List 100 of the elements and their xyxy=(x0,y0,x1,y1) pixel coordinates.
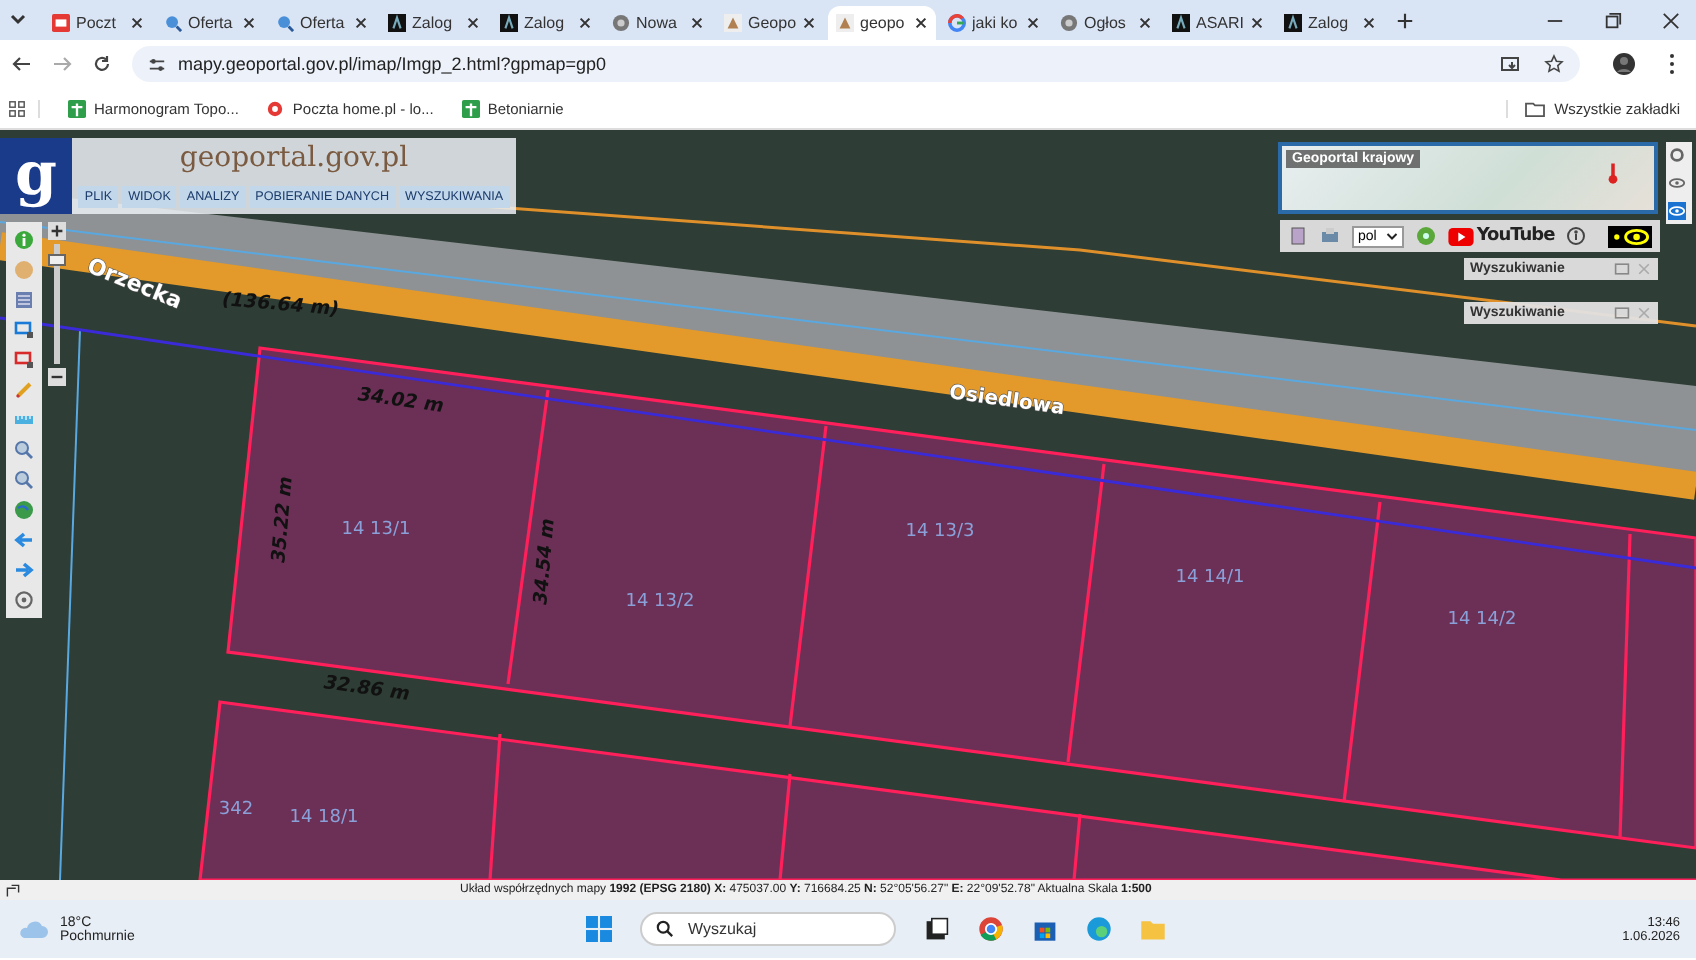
calculator-icon[interactable] xyxy=(14,290,34,310)
parcel-number: 14 13/2 xyxy=(625,592,695,612)
dark-square-favicon-icon xyxy=(388,14,406,32)
close-icon[interactable] xyxy=(1662,11,1680,29)
close-tab-icon[interactable] xyxy=(354,16,368,30)
close-tab-icon[interactable] xyxy=(1138,16,1152,30)
star-icon[interactable] xyxy=(1544,54,1564,74)
parcel-number: 14 13/3 xyxy=(905,522,975,542)
dark-square-favicon-icon xyxy=(1172,14,1190,32)
crosshair-icon[interactable] xyxy=(14,590,34,610)
dark-square-favicon-icon xyxy=(1284,14,1302,32)
measurement-label: 34.54 m xyxy=(530,517,560,606)
expand-icon[interactable] xyxy=(6,883,20,897)
back-arrow-icon[interactable] xyxy=(12,54,32,74)
street-name: Osiedlowa xyxy=(947,382,1066,421)
geoportal-title: geoportal.gov.pl xyxy=(179,142,409,174)
map-favicon-icon xyxy=(724,14,742,32)
browser-tab[interactable]: geopo xyxy=(828,6,936,40)
dark-square-favicon-icon xyxy=(500,14,518,32)
edge-icon[interactable] xyxy=(1086,916,1112,942)
globe-favicon-icon xyxy=(1060,14,1078,32)
install-app-icon[interactable] xyxy=(1500,54,1520,74)
select-area-icon[interactable] xyxy=(14,320,34,340)
caret-icon xyxy=(1386,231,1399,241)
parcel-number: 14 18/1 xyxy=(289,808,359,828)
geoportal-logo: g xyxy=(0,138,72,214)
close-tab-icon[interactable] xyxy=(802,16,816,30)
browser-tab[interactable]: Ogłos xyxy=(1052,6,1160,40)
measurement-label: 34.02 m xyxy=(356,384,446,418)
apps-grid-icon[interactable] xyxy=(8,99,40,117)
chrome-icon[interactable] xyxy=(978,916,1004,942)
zoom-in-icon[interactable] xyxy=(48,222,66,240)
eye-icon[interactable] xyxy=(1668,202,1686,220)
close-tab-icon[interactable] xyxy=(242,16,256,30)
close-tab-icon[interactable] xyxy=(1250,16,1264,30)
sheet-favicon-icon xyxy=(68,99,86,117)
minimize-panel-icon[interactable] xyxy=(1614,306,1630,320)
mail-favicon-icon xyxy=(266,99,285,117)
magnifier-favicon-icon xyxy=(164,14,182,32)
reload-icon[interactable] xyxy=(92,54,112,74)
folder-icon xyxy=(1524,99,1547,117)
browser-tab[interactable]: Oferta xyxy=(268,6,376,40)
parcel-number: 14 14/2 xyxy=(1447,610,1517,630)
browser-tab[interactable]: Oferta xyxy=(156,6,264,40)
magnifier-favicon-icon xyxy=(276,14,294,32)
zoom-out-icon[interactable] xyxy=(48,368,66,386)
printer-icon[interactable] xyxy=(1320,226,1340,246)
browser-tab[interactable]: Geopo xyxy=(716,6,824,40)
forward-arrow-icon[interactable] xyxy=(14,560,34,580)
deselect-area-icon[interactable] xyxy=(14,350,34,370)
new-tab-icon[interactable] xyxy=(1396,11,1414,29)
close-tab-icon[interactable] xyxy=(690,16,704,30)
chevron-down-icon[interactable] xyxy=(8,10,28,30)
mail-favicon-icon xyxy=(52,14,70,32)
close-tab-icon[interactable] xyxy=(1026,16,1040,30)
close-tab-icon[interactable] xyxy=(466,16,480,30)
parcel-number: 342 xyxy=(218,800,254,820)
youtube-link[interactable]: YouTube xyxy=(1448,226,1555,246)
eye-icon[interactable] xyxy=(1668,174,1686,192)
measurement-label: (136.64 m) xyxy=(221,288,340,322)
location-marker-icon xyxy=(1606,162,1620,186)
browser-tab[interactable]: Zalog xyxy=(492,6,600,40)
globe-favicon-icon xyxy=(612,14,630,32)
measurement-label: 35.22 m xyxy=(268,475,298,564)
accessibility-icon[interactable] xyxy=(1566,226,1587,246)
map-favicon-icon xyxy=(836,14,854,32)
search-icon xyxy=(656,920,674,938)
close-tab-icon[interactable] xyxy=(1362,16,1376,30)
restore-icon[interactable] xyxy=(1604,11,1622,29)
browser-tab[interactable]: Zalog xyxy=(380,6,488,40)
parcel-number: 14 13/1 xyxy=(341,520,411,540)
browser-tab[interactable]: Nowa xyxy=(604,6,712,40)
globe-icon[interactable] xyxy=(14,500,34,520)
address-bar[interactable]: mapy.geoportal.gov.pl/imap/Imgp_2.html?gpmap=gp0 xyxy=(132,46,1580,82)
browser-tab[interactable]: ASARI xyxy=(1164,6,1272,40)
url-text: mapy.geoportal.gov.pl/imap/Imgp_2.html?gpmap=gp0 xyxy=(178,54,609,74)
document-icon[interactable] xyxy=(1288,226,1308,246)
browser-tab[interactable]: Zalog xyxy=(1276,6,1384,40)
close-tab-icon[interactable] xyxy=(130,16,144,30)
parcel-number: 14 14/1 xyxy=(1175,568,1245,588)
close-tab-icon[interactable] xyxy=(578,16,592,30)
zoom-slider-thumb[interactable] xyxy=(48,254,66,267)
settings-icon[interactable] xyxy=(1668,146,1686,164)
more-menu-icon[interactable] xyxy=(1668,52,1676,76)
task-view-icon[interactable] xyxy=(924,916,950,942)
windows-start-icon[interactable] xyxy=(586,916,612,942)
site-settings-icon[interactable] xyxy=(148,55,166,73)
sheet-favicon-icon xyxy=(461,99,480,117)
close-tab-icon[interactable] xyxy=(914,16,928,30)
contrast-eye-icon[interactable] xyxy=(1608,225,1652,247)
avatar-icon[interactable] xyxy=(1612,52,1636,76)
browser-tab[interactable]: jaki ko xyxy=(940,6,1048,40)
map-view[interactable] xyxy=(0,130,1696,880)
zoom-slider[interactable] xyxy=(48,244,66,364)
play-button-icon xyxy=(1448,227,1475,245)
cloud-icon xyxy=(16,919,48,939)
google-favicon-icon xyxy=(948,14,966,32)
taskbar-search-field[interactable]: Wyszukaj xyxy=(640,912,896,946)
info-icon[interactable] xyxy=(14,230,34,250)
browser-tab[interactable]: Poczt xyxy=(44,6,152,40)
